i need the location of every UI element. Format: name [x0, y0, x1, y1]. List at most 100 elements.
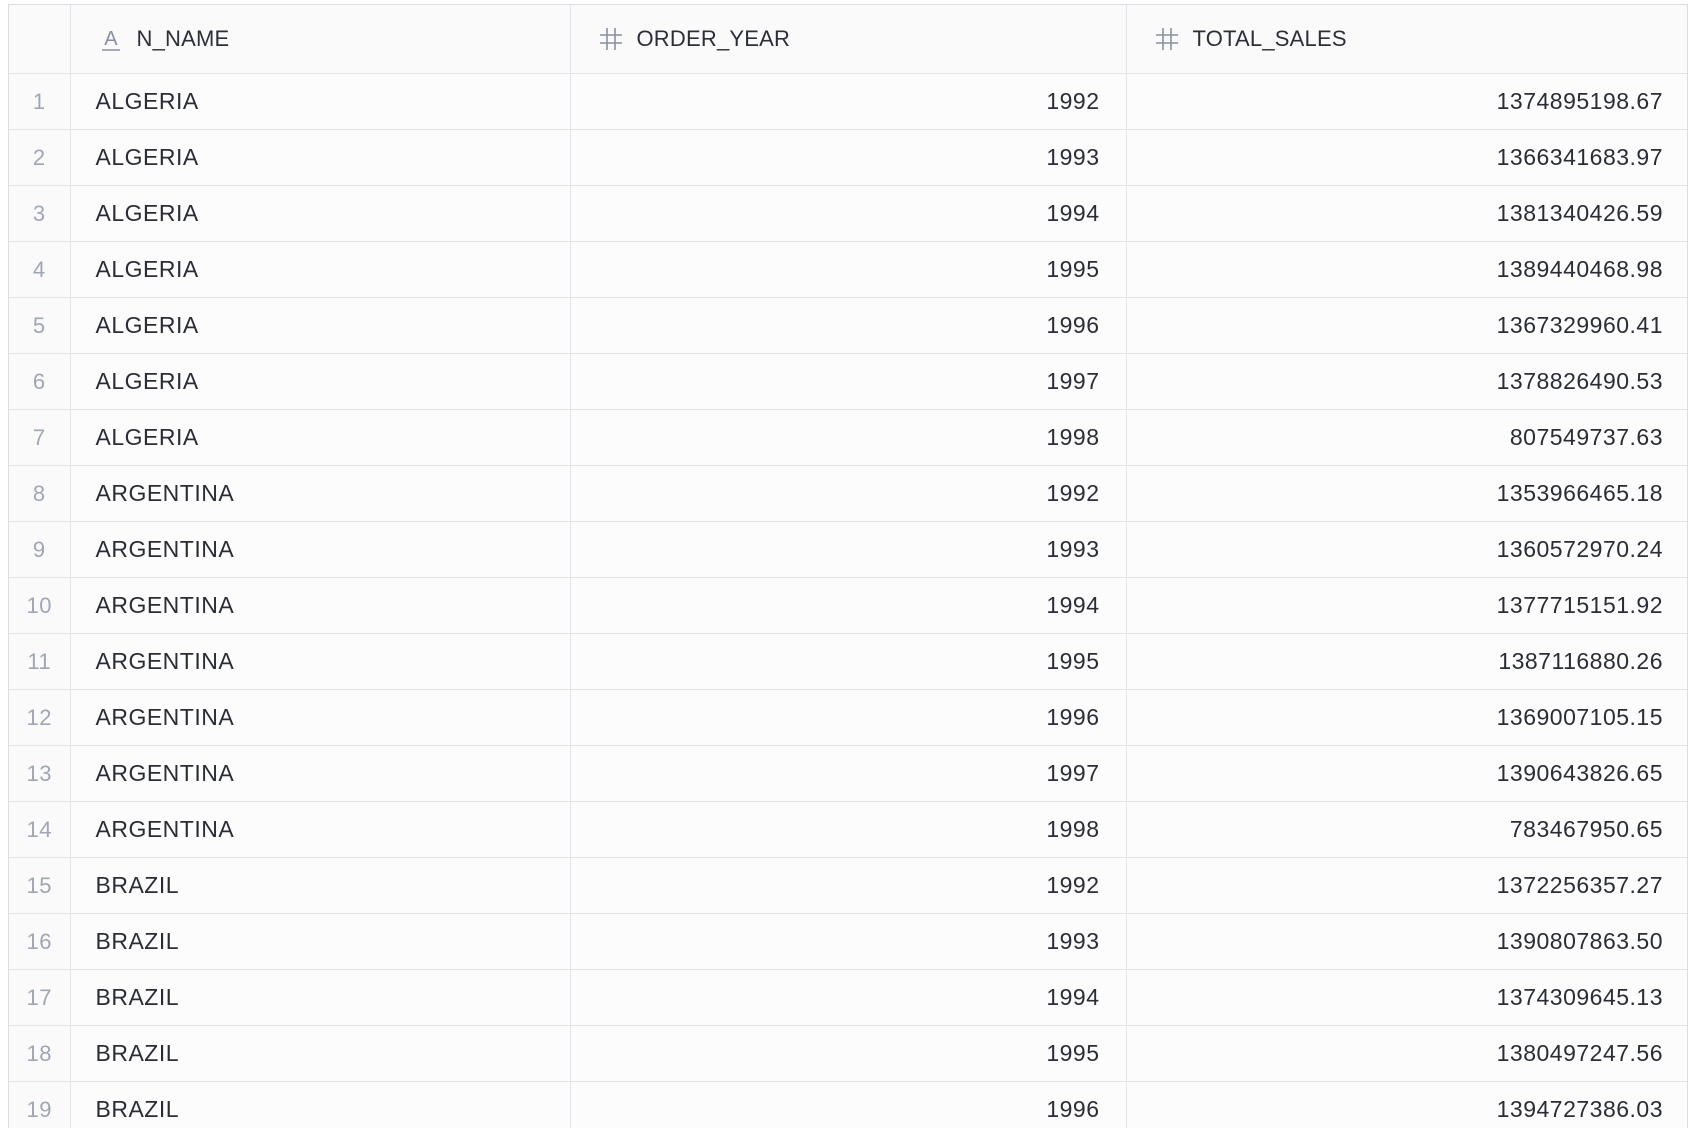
cell-order-year[interactable]: 1998 [570, 801, 1127, 858]
cell-order-year[interactable]: 1993 [570, 129, 1127, 186]
row-index: 19 [9, 1081, 71, 1128]
table-row[interactable]: 1 ALGERIA 1992 1374895198.67 [9, 73, 1687, 130]
cell-total-sales[interactable]: 1380497247.56 [1126, 1025, 1687, 1082]
cell-total-sales[interactable]: 1353966465.18 [1126, 465, 1687, 522]
table-body: 1 ALGERIA 1992 1374895198.67 2 ALGERIA 1… [9, 73, 1687, 1128]
cell-order-year[interactable]: 1992 [570, 465, 1127, 522]
table-row[interactable]: 8 ARGENTINA 1992 1353966465.18 [9, 465, 1687, 522]
text-type-icon: A [97, 25, 125, 53]
row-index: 8 [9, 465, 71, 522]
cell-total-sales[interactable]: 1367329960.41 [1126, 297, 1687, 354]
column-header-label: N_NAME [136, 26, 230, 51]
cell-total-sales[interactable]: 1366341683.97 [1126, 129, 1687, 186]
table-row[interactable]: 12 ARGENTINA 1996 1369007105.15 [9, 689, 1687, 746]
cell-n-name[interactable]: BRAZIL [70, 969, 571, 1026]
cell-total-sales[interactable]: 1387116880.26 [1126, 633, 1687, 690]
cell-n-name[interactable]: ARGENTINA [70, 689, 571, 746]
cell-total-sales[interactable]: 1390643826.65 [1126, 745, 1687, 802]
cell-order-year[interactable]: 1993 [570, 521, 1127, 578]
cell-order-year[interactable]: 1998 [570, 409, 1127, 466]
cell-order-year[interactable]: 1995 [570, 633, 1127, 690]
cell-order-year[interactable]: 1995 [570, 241, 1127, 298]
column-header-n-name[interactable]: A N_NAME [70, 5, 571, 74]
svg-text:A: A [104, 28, 118, 50]
results-table: A N_NAME ORDER_YEAR TOTAL_SALES 1 ALGERI… [9, 5, 1687, 1128]
cell-order-year[interactable]: 1996 [570, 1081, 1127, 1128]
number-type-icon [1153, 25, 1181, 53]
table-row[interactable]: 17 BRAZIL 1994 1374309645.13 [9, 969, 1687, 1026]
cell-order-year[interactable]: 1995 [570, 1025, 1127, 1082]
cell-total-sales[interactable]: 1360572970.24 [1126, 521, 1687, 578]
table-row[interactable]: 11 ARGENTINA 1995 1387116880.26 [9, 633, 1687, 690]
cell-n-name[interactable]: ARGENTINA [70, 745, 571, 802]
cell-total-sales[interactable]: 1389440468.98 [1126, 241, 1687, 298]
row-index: 10 [9, 577, 71, 634]
cell-order-year[interactable]: 1996 [570, 297, 1127, 354]
table-row[interactable]: 15 BRAZIL 1992 1372256357.27 [9, 857, 1687, 914]
row-index: 4 [9, 241, 71, 298]
table-row[interactable]: 7 ALGERIA 1998 807549737.63 [9, 409, 1687, 466]
cell-total-sales[interactable]: 807549737.63 [1126, 409, 1687, 466]
table-row[interactable]: 2 ALGERIA 1993 1366341683.97 [9, 129, 1687, 186]
cell-total-sales[interactable]: 1377715151.92 [1126, 577, 1687, 634]
cell-n-name[interactable]: ARGENTINA [70, 577, 571, 634]
table-row[interactable]: 14 ARGENTINA 1998 783467950.65 [9, 801, 1687, 858]
table-row[interactable]: 19 BRAZIL 1996 1394727386.03 [9, 1081, 1687, 1128]
header-row: A N_NAME ORDER_YEAR TOTAL_SALES [9, 5, 1687, 74]
cell-total-sales[interactable]: 1394727386.03 [1126, 1081, 1687, 1128]
cell-order-year[interactable]: 1992 [570, 73, 1127, 130]
row-index-header [9, 5, 71, 74]
table-row[interactable]: 5 ALGERIA 1996 1367329960.41 [9, 297, 1687, 354]
cell-total-sales[interactable]: 1381340426.59 [1126, 185, 1687, 242]
cell-order-year[interactable]: 1992 [570, 857, 1127, 914]
table-row[interactable]: 18 BRAZIL 1995 1380497247.56 [9, 1025, 1687, 1082]
row-index: 18 [9, 1025, 71, 1082]
cell-n-name[interactable]: ALGERIA [70, 241, 571, 298]
cell-total-sales[interactable]: 783467950.65 [1126, 801, 1687, 858]
cell-total-sales[interactable]: 1390807863.50 [1126, 913, 1687, 970]
table-row[interactable]: 6 ALGERIA 1997 1378826490.53 [9, 353, 1687, 410]
table-row[interactable]: 16 BRAZIL 1993 1390807863.50 [9, 913, 1687, 970]
cell-n-name[interactable]: BRAZIL [70, 1081, 571, 1128]
cell-n-name[interactable]: ARGENTINA [70, 801, 571, 858]
row-index: 2 [9, 129, 71, 186]
cell-n-name[interactable]: ALGERIA [70, 409, 571, 466]
cell-n-name[interactable]: ALGERIA [70, 73, 571, 130]
cell-n-name[interactable]: BRAZIL [70, 1025, 571, 1082]
cell-order-year[interactable]: 1997 [570, 353, 1127, 410]
table-row[interactable]: 10 ARGENTINA 1994 1377715151.92 [9, 577, 1687, 634]
cell-order-year[interactable]: 1997 [570, 745, 1127, 802]
cell-total-sales[interactable]: 1374895198.67 [1126, 73, 1687, 130]
column-header-order-year[interactable]: ORDER_YEAR [570, 5, 1127, 74]
cell-order-year[interactable]: 1993 [570, 913, 1127, 970]
row-index: 15 [9, 857, 71, 914]
number-type-icon [597, 25, 625, 53]
cell-n-name[interactable]: ALGERIA [70, 129, 571, 186]
results-grid: A N_NAME ORDER_YEAR TOTAL_SALES 1 ALGERI… [8, 4, 1688, 1128]
table-row[interactable]: 4 ALGERIA 1995 1389440468.98 [9, 241, 1687, 298]
row-index: 9 [9, 521, 71, 578]
cell-total-sales[interactable]: 1378826490.53 [1126, 353, 1687, 410]
table-row[interactable]: 13 ARGENTINA 1997 1390643826.65 [9, 745, 1687, 802]
cell-total-sales[interactable]: 1374309645.13 [1126, 969, 1687, 1026]
cell-order-year[interactable]: 1994 [570, 185, 1127, 242]
cell-n-name[interactable]: ARGENTINA [70, 633, 571, 690]
cell-n-name[interactable]: ALGERIA [70, 297, 571, 354]
row-index: 3 [9, 185, 71, 242]
cell-n-name[interactable]: BRAZIL [70, 913, 571, 970]
row-index: 16 [9, 913, 71, 970]
cell-total-sales[interactable]: 1369007105.15 [1126, 689, 1687, 746]
table-row[interactable]: 9 ARGENTINA 1993 1360572970.24 [9, 521, 1687, 578]
cell-order-year[interactable]: 1996 [570, 689, 1127, 746]
column-header-label: ORDER_YEAR [636, 26, 791, 51]
cell-n-name[interactable]: ARGENTINA [70, 521, 571, 578]
cell-n-name[interactable]: BRAZIL [70, 857, 571, 914]
cell-n-name[interactable]: ALGERIA [70, 353, 571, 410]
column-header-total-sales[interactable]: TOTAL_SALES [1126, 5, 1687, 74]
cell-total-sales[interactable]: 1372256357.27 [1126, 857, 1687, 914]
cell-n-name[interactable]: ALGERIA [70, 185, 571, 242]
cell-order-year[interactable]: 1994 [570, 577, 1127, 634]
table-row[interactable]: 3 ALGERIA 1994 1381340426.59 [9, 185, 1687, 242]
cell-order-year[interactable]: 1994 [570, 969, 1127, 1026]
cell-n-name[interactable]: ARGENTINA [70, 465, 571, 522]
